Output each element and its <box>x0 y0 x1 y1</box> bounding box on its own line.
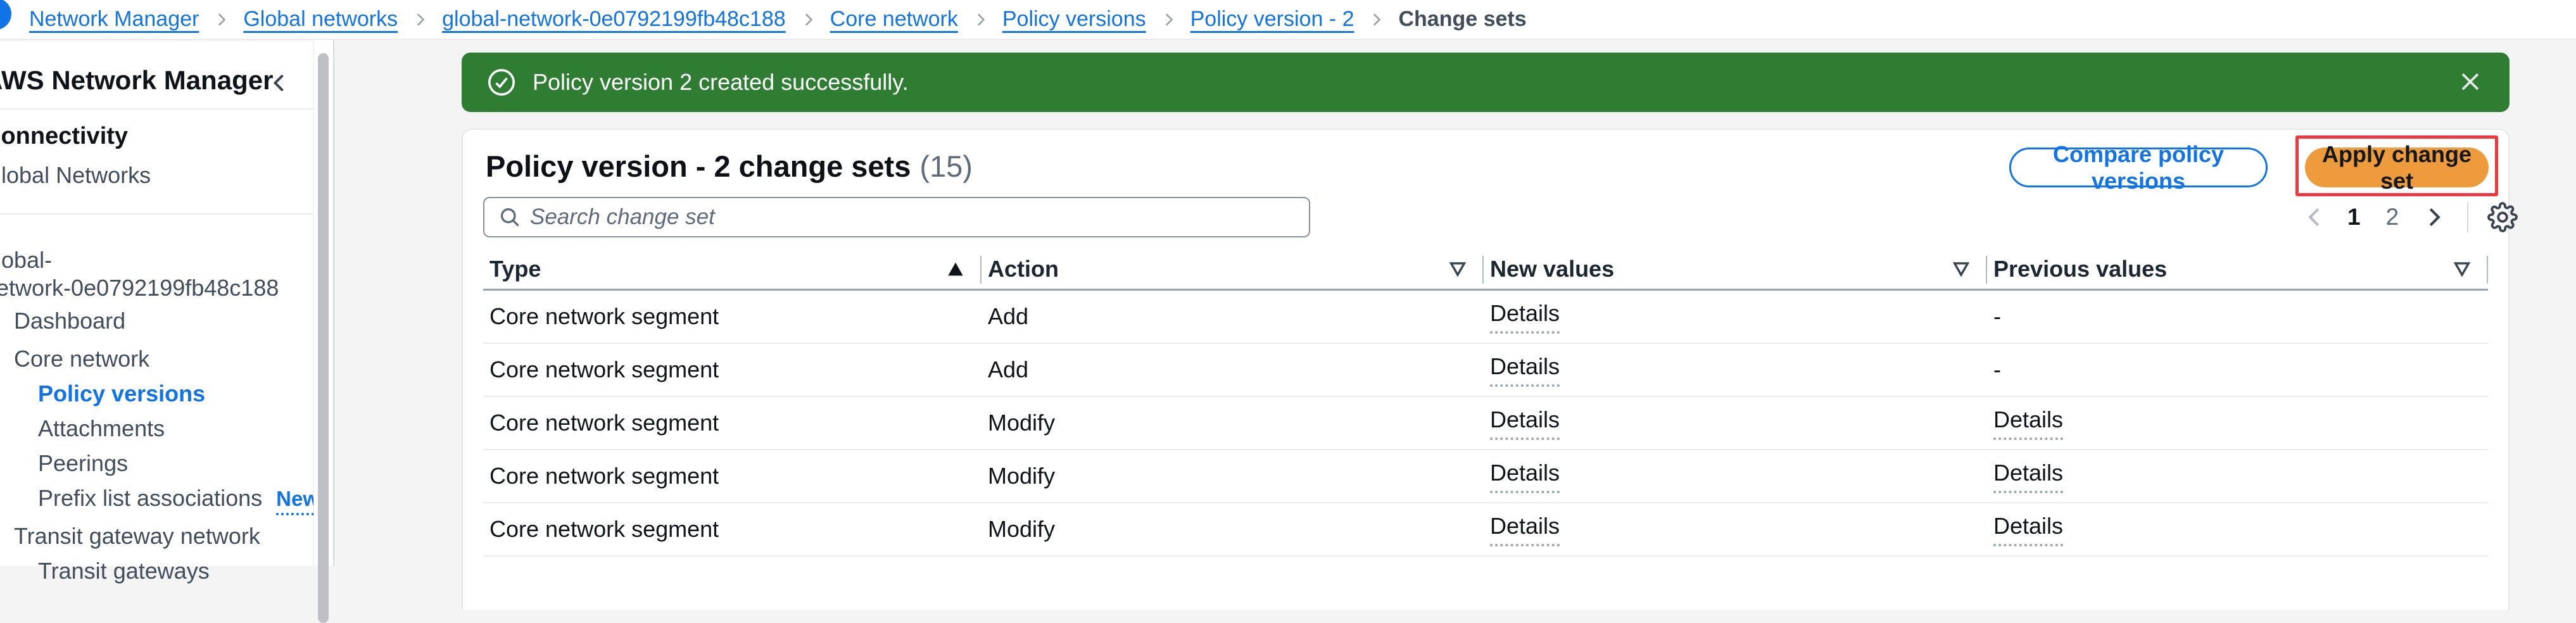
details-expander[interactable]: Details <box>1993 460 2064 493</box>
gear-icon[interactable] <box>2487 202 2518 232</box>
chevron-right-icon <box>800 10 816 29</box>
pagination-page-1[interactable]: 1 <box>2347 204 2361 230</box>
new-badge[interactable]: New <box>276 487 319 515</box>
column-label: Type <box>489 255 541 282</box>
chevron-right-icon <box>213 10 229 29</box>
apply-change-set-button[interactable]: Apply change set <box>2305 141 2489 194</box>
close-icon[interactable] <box>2456 68 2484 96</box>
sidebar-item-dashboard[interactable]: Dashboard <box>14 307 125 335</box>
chevron-right-icon <box>1368 10 1384 29</box>
column-label: New values <box>1490 255 1615 282</box>
sidebar-divider <box>0 213 313 215</box>
table-row: Core network segment Modify Details Deta… <box>483 503 2488 557</box>
cell-action: Modify <box>988 463 1056 489</box>
details-expander[interactable]: Details <box>1490 460 1560 493</box>
change-sets-panel: Policy version - 2 change sets (15) Compa… <box>462 129 2518 610</box>
page-title-text: Policy version - 2 change sets <box>486 149 911 183</box>
sort-ascending-icon[interactable] <box>947 261 964 277</box>
pagination-prev-icon[interactable] <box>2303 204 2327 230</box>
chevron-right-icon <box>1160 10 1177 29</box>
sidebar-item-peerings[interactable]: Peerings <box>38 450 128 477</box>
sidebar-item-core-network[interactable]: Core network <box>14 345 149 373</box>
column-label: Previous values <box>1993 255 2168 282</box>
breadcrumb-change-sets: Change sets <box>1398 7 1527 31</box>
details-expander[interactable]: Details <box>1490 353 1560 387</box>
filter-triangle-icon[interactable] <box>2454 261 2470 277</box>
pagination-divider <box>2467 202 2469 232</box>
side-navigation: AWS Network Manager Connectivity Global … <box>0 41 319 584</box>
banner-message: Policy version 2 created successfully. <box>533 69 909 95</box>
cell-type: Core network segment <box>489 463 719 489</box>
check-circle-icon <box>487 68 516 97</box>
scrollbar-thumb[interactable] <box>318 53 329 623</box>
details-expander[interactable]: Details <box>1490 513 1560 546</box>
cell-type: Core network segment <box>489 303 719 329</box>
breadcrumb-core-network[interactable]: Core network <box>830 7 958 32</box>
breadcrumb-policy-versions[interactable]: Policy versions <box>1002 7 1146 32</box>
sidebar-item-transit-gateways[interactable]: Transit gateways <box>38 557 210 585</box>
table-row: Core network segment Add Details - <box>483 291 2488 344</box>
details-expander[interactable]: Details <box>1490 300 1560 334</box>
sidebar-divider <box>0 108 313 110</box>
details-expander[interactable]: Details <box>1490 406 1560 440</box>
column-header-type[interactable]: Type <box>483 249 982 289</box>
chevron-right-icon <box>972 10 988 29</box>
cell-type: Core network segment <box>489 516 719 542</box>
table-row: Core network segment Add Details - <box>483 344 2488 397</box>
sidebar-item-global-networks[interactable]: Global Networks <box>0 161 151 189</box>
column-header-new-values[interactable]: New values <box>1484 249 1987 289</box>
info-circle-icon <box>0 0 11 30</box>
content-divider <box>333 40 334 566</box>
cell-action: Modify <box>988 516 1056 542</box>
details-expander[interactable]: Details <box>1993 406 2064 440</box>
search-input[interactable] <box>521 205 1309 230</box>
cell-previous-values: - <box>1993 356 2001 382</box>
pagination-page-2[interactable]: 2 <box>2386 204 2399 230</box>
sidebar-item-global-network-id[interactable]: global- network-0e0792199fb48c188 <box>0 246 300 302</box>
filter-triangle-icon[interactable] <box>1449 261 1466 277</box>
cell-action: Add <box>988 356 1029 382</box>
compare-policy-versions-button[interactable]: Compare policy versions <box>2009 141 2268 194</box>
sidebar-item-label: Prefix list associations <box>38 485 263 511</box>
column-label: Action <box>988 255 1059 282</box>
filter-triangle-icon[interactable] <box>1953 261 1969 277</box>
sidebar-item-policy-versions[interactable]: Policy versions <box>38 380 205 408</box>
sidebar-item-transit-gateway-network[interactable]: Transit gateway network <box>14 522 260 550</box>
sidebar-collapse-icon[interactable] <box>268 70 291 99</box>
pagination: 1 2 <box>2303 197 2518 237</box>
cell-type: Core network segment <box>489 410 719 436</box>
table-header-row: Type Action New values Previous values <box>483 249 2488 291</box>
details-expander[interactable]: Details <box>1993 513 2064 546</box>
breadcrumb-network-manager[interactable]: Network Manager <box>29 7 199 32</box>
table-row: Core network segment Modify Details Deta… <box>483 397 2488 450</box>
cell-action: Modify <box>988 410 1056 436</box>
cell-type: Core network segment <box>489 356 719 382</box>
column-header-action[interactable]: Action <box>982 249 1484 289</box>
breadcrumb-global-network-id[interactable]: global-network-0e0792199fb48c188 <box>442 7 786 32</box>
breadcrumb-policy-version-2[interactable]: Policy version - 2 <box>1190 7 1354 32</box>
sidebar-title[interactable]: AWS Network Manager <box>0 66 273 94</box>
success-banner: Policy version 2 created successfully. <box>462 53 2510 112</box>
column-header-previous-values[interactable]: Previous values <box>1987 249 2488 289</box>
sidebar-item-attachments[interactable]: Attachments <box>38 415 165 443</box>
breadcrumb: Network Manager Global networks global-n… <box>29 0 1527 39</box>
sidebar-item-prefix-list-associations[interactable]: Prefix list associations New <box>38 484 319 515</box>
breadcrumb-global-networks[interactable]: Global networks <box>243 7 398 32</box>
cell-previous-values: - <box>1993 303 2001 329</box>
sidebar-section-connectivity: Connectivity <box>0 123 129 149</box>
cell-action: Add <box>988 303 1029 329</box>
table-row: Core network segment Modify Details Deta… <box>483 450 2488 503</box>
page-title: Policy version - 2 change sets (15) <box>486 149 973 184</box>
breadcrumb-bar: Network Manager Global networks global-n… <box>0 0 2576 40</box>
chevron-right-icon <box>412 10 428 29</box>
item-count: (15) <box>919 149 973 183</box>
search-box <box>483 197 1310 237</box>
search-icon <box>498 206 521 229</box>
pagination-next-icon[interactable] <box>2421 204 2446 230</box>
change-sets-table: Type Action New values Previous values C… <box>483 249 2488 557</box>
